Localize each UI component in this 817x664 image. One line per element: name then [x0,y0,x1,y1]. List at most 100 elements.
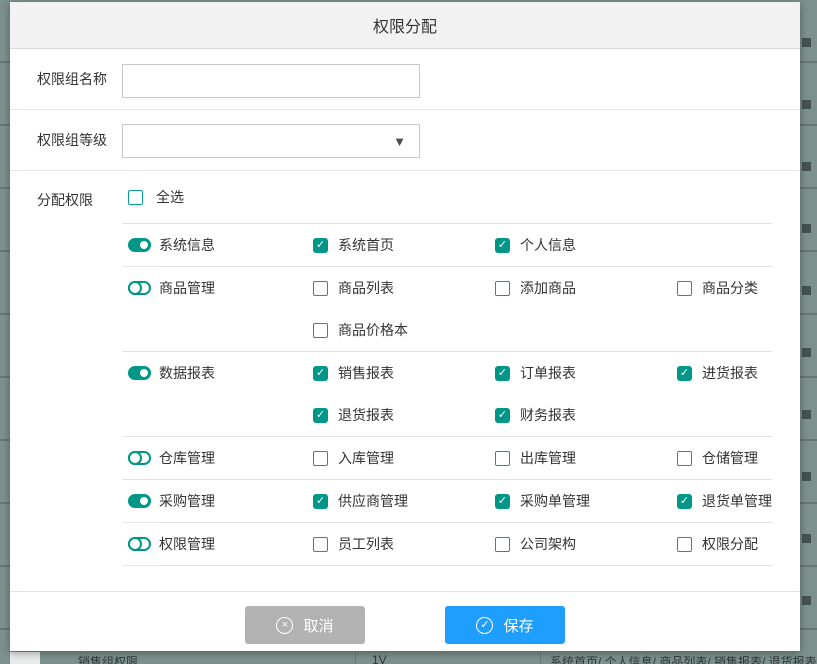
permission-checkbox[interactable] [677,366,692,381]
chevron-down-icon: ▼ [393,135,406,148]
toggle-knob [140,497,148,505]
permission-label: 个人信息 [520,235,576,255]
permission-item: 公司架构 [495,534,677,554]
assign-permissions-label: 分配权限 [37,190,93,210]
group-header: 权限管理 [122,523,313,565]
circle-check-icon: ✓ [476,617,493,634]
group-name-input[interactable] [122,64,420,98]
circle-x-icon: × [276,617,293,634]
group-label: 系统信息 [159,235,215,255]
permission-checkbox[interactable] [677,537,692,552]
permission-checkbox[interactable] [495,451,510,466]
group-label: 仓库管理 [159,448,215,468]
group-items: 系统首页 个人信息 [313,224,772,266]
screen: 销售组权限 1V 系统首页/ 个人信息/ 商品列表/ 销售报表/ 退货报表/ 财… [0,0,817,664]
group-level-label: 权限组等级 [37,110,107,170]
permission-item: 销售报表 [313,363,495,383]
toggle-switch[interactable] [128,537,151,551]
permission-label: 系统首页 [338,235,394,255]
group-header: 仓库管理 [122,437,313,479]
permission-item: 出库管理 [495,448,677,468]
toggle-switch[interactable] [128,366,151,380]
permission-item: 商品列表 [313,278,495,298]
toggle-switch[interactable] [128,494,151,508]
permission-item: 财务报表 [495,405,677,425]
permission-label: 公司架构 [520,534,576,554]
toggle-switch[interactable] [128,238,151,252]
permission-item: 添加商品 [495,278,677,298]
background-row-text: 1V [372,653,387,664]
permission-label: 商品价格本 [338,320,408,340]
select-all-label: 全选 [156,187,184,207]
permission-item: 退货单管理 [677,491,772,511]
background-table-row: 销售组权限 1V 系统首页/ 个人信息/ 商品列表/ 销售报表/ 退货报表/ 财… [10,652,817,664]
group-label: 权限管理 [159,534,215,554]
permission-checkbox[interactable] [495,494,510,509]
group-label: 采购管理 [159,491,215,511]
permission-label: 商品分类 [702,278,758,298]
toggle-knob [140,241,148,249]
group-header: 数据报表 [122,352,313,394]
permission-item: 仓储管理 [677,448,772,468]
permission-checkbox[interactable] [495,408,510,423]
permission-label: 订单报表 [520,363,576,383]
background-column-divider [355,652,356,664]
permission-checkbox[interactable] [313,537,328,552]
group-header: 系统信息 [122,224,313,266]
footer-divider [10,591,800,592]
permission-label: 进货报表 [702,363,758,383]
background-column-divider [540,652,541,664]
group-header: 商品管理 [122,267,313,309]
toggle-knob [128,451,142,465]
permissions-panel: 全选 系统信息 系统首页 个人信息 [122,171,772,566]
permission-label: 销售报表 [338,363,394,383]
modal-header: 权限分配 [10,2,800,49]
cancel-button[interactable]: × 取消 [245,606,365,644]
permission-checkbox[interactable] [313,323,328,338]
background-table-left-edge [0,0,10,664]
select-all-row: 全选 [122,171,772,224]
permission-item: 权限分配 [677,534,772,554]
permission-checkbox[interactable] [313,408,328,423]
group-items: 销售报表 订单报表 进货报表 退货报表 [313,352,772,436]
modal-title: 权限分配 [373,13,437,37]
group-items: 员工列表 公司架构 权限分配 [313,523,772,565]
permission-item: 退货报表 [313,405,495,425]
toggle-switch[interactable] [128,451,151,465]
permission-checkbox[interactable] [495,238,510,253]
assign-permissions-section: 分配权限 全选 系统信息 系统首页 [10,171,800,566]
permission-item: 订单报表 [495,363,677,383]
permission-checkbox[interactable] [495,366,510,381]
permission-label: 入库管理 [338,448,394,468]
permission-group-row: 仓库管理 入库管理 出库管理 仓储管理 [122,437,772,480]
permission-label: 权限分配 [702,534,758,554]
permission-checkbox[interactable] [677,494,692,509]
permission-checkbox[interactable] [313,238,328,253]
permission-checkbox[interactable] [313,451,328,466]
background-table-cell [10,652,40,664]
background-row-text: 销售组权限 [78,653,138,664]
permission-checkbox[interactable] [495,281,510,296]
permission-label: 供应商管理 [338,491,408,511]
permission-checkbox[interactable] [313,494,328,509]
toggle-switch[interactable] [128,281,151,295]
permission-checkbox[interactable] [677,451,692,466]
permission-assign-modal: 权限分配 权限组名称 权限组等级 ▼ 分配权限 全选 [10,2,800,651]
permission-label: 员工列表 [338,534,394,554]
permission-label: 退货报表 [338,405,394,425]
permission-checkbox[interactable] [495,537,510,552]
permission-item: 系统首页 [313,235,495,255]
permission-checkbox[interactable] [313,366,328,381]
permission-checkbox[interactable] [313,281,328,296]
save-button[interactable]: ✓ 保存 [445,606,565,644]
select-all-checkbox[interactable] [128,190,143,205]
group-level-select[interactable]: ▼ [122,124,420,158]
permission-item: 入库管理 [313,448,495,468]
background-table-right-edge [800,0,817,664]
group-label: 商品管理 [159,278,215,298]
permission-item: 个人信息 [495,235,677,255]
permission-checkbox[interactable] [677,281,692,296]
permission-group-row: 系统信息 系统首页 个人信息 [122,224,772,267]
permission-group-row: 采购管理 供应商管理 采购单管理 退货单管理 [122,480,772,523]
group-label: 数据报表 [159,363,215,383]
